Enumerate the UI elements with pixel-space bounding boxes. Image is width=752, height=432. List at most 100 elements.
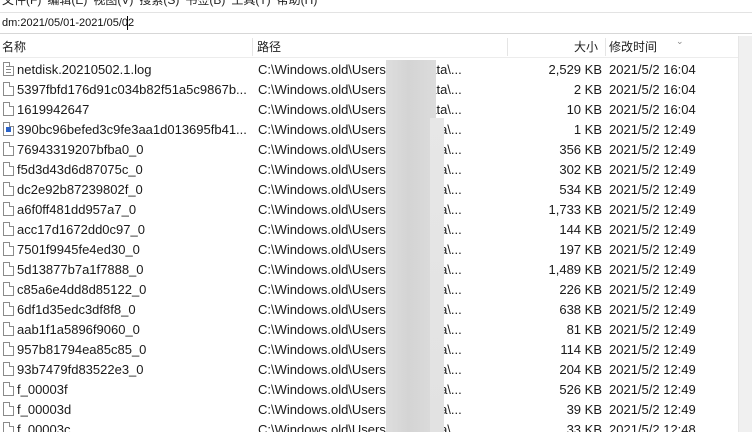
file-icon <box>3 382 15 397</box>
row-path: C:\Windows.old\Users\ \AppData\... <box>258 222 462 237</box>
row-size: 2 KB <box>573 82 602 97</box>
list-item[interactable]: 390bc96befed3c9fe3aa1d013695fb41... C:\Wi… <box>0 120 738 140</box>
row-date: 2021/5/2 12:49 <box>609 182 696 197</box>
row-path: C:\Windows.old\Users\ \AppData\... <box>258 282 462 297</box>
row-name: f5d3d43d6d87075c_0 <box>17 162 143 177</box>
row-name: dc2e92b87239802f_0 <box>17 182 143 197</box>
column-divider[interactable] <box>605 38 606 56</box>
column-header-path[interactable]: 路径 <box>257 36 507 58</box>
file-icon <box>3 302 14 316</box>
list-item[interactable]: c85a6e4dd8d85122_0 C:\Windows.old\Users\ … <box>0 280 738 300</box>
file-icon <box>3 142 14 156</box>
row-date: 2021/5/2 12:49 <box>609 242 696 257</box>
row-size: 114 KB <box>560 342 602 357</box>
list-item[interactable]: dc2e92b87239802f_0 C:\Windows.old\Users\ … <box>0 180 738 200</box>
log-file-icon <box>3 62 15 77</box>
file-icon <box>3 402 14 416</box>
file-icon <box>3 322 14 336</box>
menu-item[interactable]: 视图(V) <box>91 0 137 9</box>
row-name: netdisk.20210502.1.log <box>17 62 152 77</box>
file-icon <box>3 82 15 97</box>
redaction-blur <box>386 60 436 432</box>
menu-item[interactable]: 编辑(E) <box>45 0 91 9</box>
search-input[interactable] <box>0 13 740 33</box>
row-path: C:\Windows.old\Users\ \AppData\... <box>258 102 462 117</box>
row-size: 39 KB <box>566 402 602 417</box>
row-name: 76943319207bfba0_0 <box>17 142 144 157</box>
row-date: 2021/5/2 12:48 <box>609 422 696 432</box>
row-date: 2021/5/2 12:49 <box>609 122 696 137</box>
row-name: f_00003d <box>17 402 72 417</box>
row-path: C:\Windows.old\Users\ \AppData\... <box>258 362 462 377</box>
menu-item[interactable]: 书签(B) <box>183 0 229 9</box>
column-header-size[interactable]: 大小 <box>508 36 602 58</box>
list-item[interactable]: a6f0ff481dd957a7_0 C:\Windows.old\Users\ … <box>0 200 738 220</box>
list-item[interactable]: 7501f9945fe4ed30_0 C:\Windows.old\Users\ … <box>0 240 738 260</box>
row-name: f_00003c <box>17 422 71 432</box>
menu-item[interactable]: 帮助(H) <box>275 0 322 9</box>
file-icon <box>3 282 14 296</box>
image-file-icon <box>3 122 15 137</box>
file-icon <box>3 402 15 417</box>
file-icon <box>3 322 15 337</box>
row-date: 2021/5/2 12:49 <box>609 262 696 277</box>
row-size: 1 KB <box>573 122 602 137</box>
row-size: 33 KB <box>566 422 602 432</box>
list-item[interactable]: 5397fbfd176d91c034b82f51a5c9867b... C:\Wi… <box>0 80 738 100</box>
row-name: 390bc96befed3c9fe3aa1d013695fb41... <box>17 122 247 137</box>
list-item[interactable]: 76943319207bfba0_0 C:\Windows.old\Users\ … <box>0 140 738 160</box>
file-icon <box>3 102 14 116</box>
file-icon <box>3 142 15 157</box>
list-item[interactable]: acc17d1672dd0c97_0 C:\Windows.old\Users\ … <box>0 220 738 240</box>
row-path: C:\Windows.old\Users\ \AppData\... <box>258 302 462 317</box>
file-icon <box>3 162 14 176</box>
list-item[interactable]: f5d3d43d6d87075c_0 C:\Windows.old\Users\ … <box>0 160 738 180</box>
list-item[interactable]: f_00003f C:\Windows.old\Users\ \AppData\.… <box>0 380 738 400</box>
row-size: 534 KB <box>559 182 602 197</box>
row-name: 93b7479fd83522e3_0 <box>17 362 144 377</box>
menu-item[interactable]: 搜索(S) <box>137 0 183 9</box>
row-date: 2021/5/2 12:49 <box>609 302 696 317</box>
list-item[interactable]: f_00003c C:\Windows.old\Users\ \AppData\.… <box>0 420 738 432</box>
vertical-scrollbar[interactable] <box>738 36 752 432</box>
menu-item[interactable]: 文件(F) <box>0 0 45 9</box>
column-header-name[interactable]: 名称 <box>2 36 250 58</box>
row-size: 10 KB <box>566 102 602 117</box>
list-item[interactable]: 93b7479fd83522e3_0 C:\Windows.old\Users\ … <box>0 360 738 380</box>
row-date: 2021/5/2 12:49 <box>609 402 696 417</box>
list-item[interactable]: 5d13877b7a1f7888_0 C:\Windows.old\Users\ … <box>0 260 738 280</box>
list-item[interactable]: netdisk.20210502.1.log C:\Windows.old\Use… <box>0 60 738 80</box>
file-icon <box>3 262 15 277</box>
row-size: 1,733 KB <box>548 202 603 217</box>
row-size: 638 KB <box>559 302 602 317</box>
row-size: 144 KB <box>559 222 602 237</box>
file-icon <box>3 362 14 376</box>
file-icon <box>3 242 15 257</box>
row-date: 2021/5/2 12:49 <box>609 142 696 157</box>
file-icon <box>3 422 14 432</box>
list-item[interactable]: f_00003d C:\Windows.old\Users\ \AppData\.… <box>0 400 738 420</box>
row-name: a6f0ff481dd957a7_0 <box>17 202 137 217</box>
file-icon <box>3 102 15 117</box>
row-path: C:\Windows.old\Users\ \AppData\... <box>258 322 462 337</box>
file-icon <box>3 342 15 357</box>
list-item[interactable]: 957b81794ea85c85_0 C:\Windows.old\Users\ … <box>0 340 738 360</box>
column-header-date[interactable]: 修改时间 <box>609 36 735 58</box>
file-icon <box>3 262 14 276</box>
row-size: 356 KB <box>559 142 602 157</box>
file-icon <box>3 202 14 216</box>
list-item[interactable]: aab1f1a5896f9060_0 C:\Windows.old\Users\ … <box>0 320 738 340</box>
text-caret <box>127 16 128 30</box>
row-path: C:\Windows.old\Users\ \AppData\... <box>258 162 462 177</box>
row-name: acc17d1672dd0c97_0 <box>17 222 145 237</box>
menu-item[interactable]: 工具(T) <box>229 0 274 9</box>
column-divider[interactable] <box>252 38 253 56</box>
file-icon <box>3 382 14 396</box>
row-size: 302 KB <box>559 162 602 177</box>
list-item[interactable]: 6df1d35edc3df8f8_0 C:\Windows.old\Users\ … <box>0 300 738 320</box>
sort-descending-icon: ⌄ <box>676 36 684 46</box>
file-icon <box>3 182 15 197</box>
row-size: 197 KB <box>559 242 602 257</box>
row-date: 2021/5/2 12:49 <box>609 282 696 297</box>
list-item[interactable]: 1619942647 C:\Windows.old\Users\ \AppData… <box>0 100 738 120</box>
